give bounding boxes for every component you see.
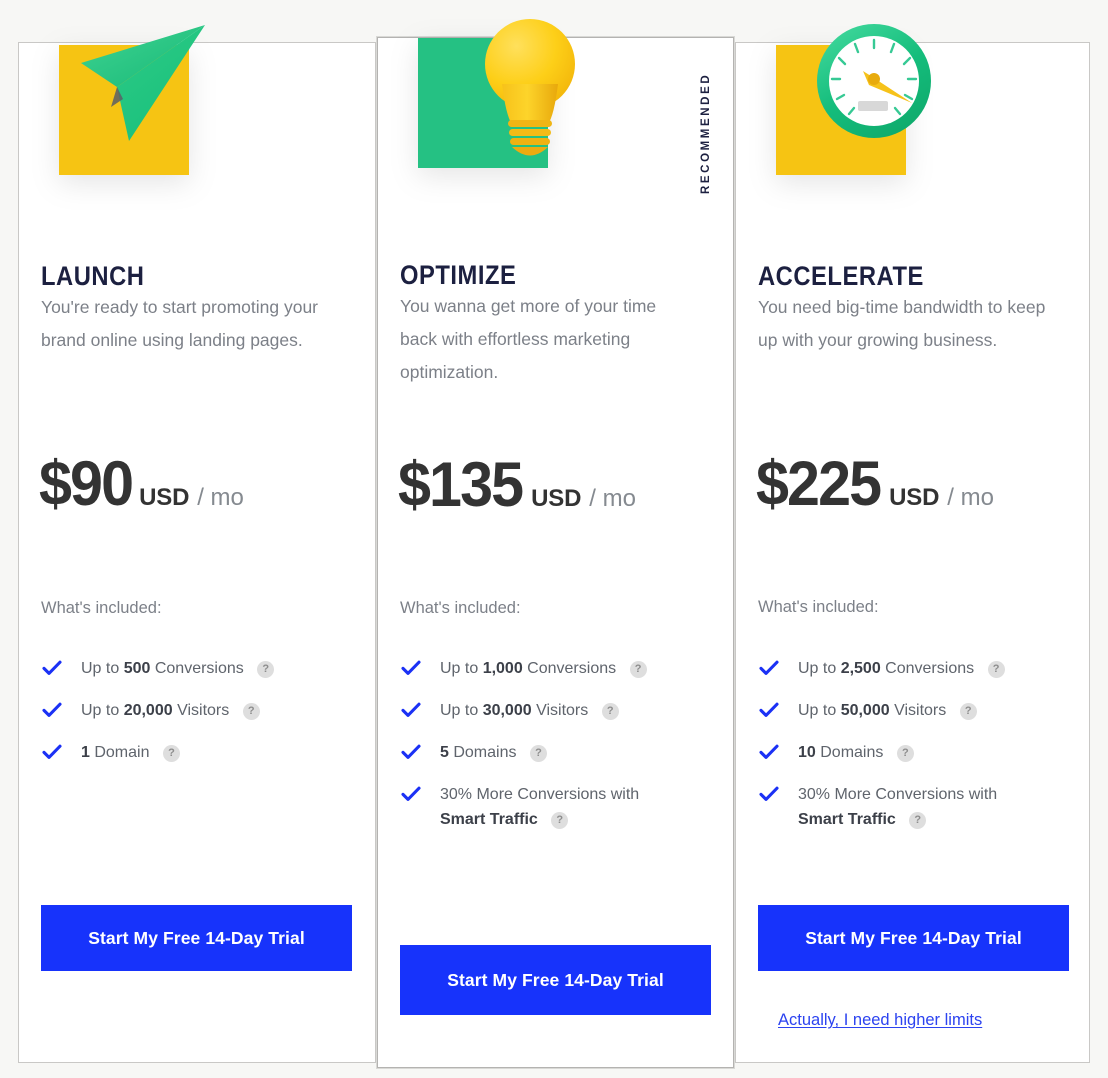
plan-price-optimize: $135 USD / mo <box>398 454 636 517</box>
help-icon[interactable]: ? <box>162 745 180 762</box>
feature-text: 5 Domains <box>440 744 517 761</box>
cta-button-launch[interactable]: Start My Free 14-Day Trial <box>41 905 352 971</box>
price-amount-optimize: $135 <box>398 450 524 520</box>
plan-price-launch: $90 USD / mo <box>39 453 244 516</box>
price-currency-optimize: USD <box>531 485 582 512</box>
help-icon[interactable]: ? <box>629 661 647 678</box>
check-icon <box>759 659 779 677</box>
feature-item: 10 Domains ? <box>758 740 1068 765</box>
price-period-optimize: / mo <box>589 485 636 512</box>
price-period-accelerate: / mo <box>947 484 994 511</box>
plan-title-accelerate: ACCELERATE <box>758 261 924 291</box>
help-icon[interactable]: ? <box>909 812 927 829</box>
cta-button-optimize[interactable]: Start My Free 14-Day Trial <box>400 945 711 1015</box>
feature-text: 10 Domains <box>798 744 884 761</box>
feature-item: Up to 500 Conversions ? <box>41 656 351 681</box>
check-icon <box>42 659 62 677</box>
plan-title-optimize: OPTIMIZE <box>400 260 517 290</box>
check-icon <box>401 701 421 719</box>
help-icon[interactable]: ? <box>529 745 547 762</box>
plan-price-accelerate: $225 USD / mo <box>756 453 994 516</box>
recommended-ribbon: RECOMMENDED <box>700 72 712 194</box>
feature-text: Up to 30,000 Visitors <box>440 702 589 719</box>
feature-list-launch: Up to 500 Conversions ? Up to 20,000 Vis… <box>41 656 351 782</box>
help-icon[interactable]: ? <box>987 661 1005 678</box>
check-icon <box>759 743 779 761</box>
price-amount-accelerate: $225 <box>756 449 882 519</box>
help-icon[interactable]: ? <box>257 661 275 678</box>
check-icon <box>42 701 62 719</box>
feature-item: Up to 50,000 Visitors ? <box>758 698 1068 723</box>
pricing-card-optimize[interactable]: OPTIMIZE You wanna get more of your time… <box>377 19 734 1068</box>
feature-text: 1 Domain <box>81 744 150 761</box>
check-icon <box>759 701 779 719</box>
included-label-launch: What's included: <box>41 599 162 617</box>
check-icon <box>401 659 421 677</box>
plan-description-optimize: You wanna get more of your time back wit… <box>400 296 657 382</box>
feature-item: Up to 2,500 Conversions ? <box>758 656 1068 681</box>
feature-text: 30% More Conversions with Smart Traffic <box>440 786 640 828</box>
price-currency-accelerate: USD <box>889 484 940 511</box>
check-icon <box>759 785 779 803</box>
feature-item: 1 Domain ? <box>41 740 351 765</box>
help-icon[interactable]: ? <box>959 703 977 720</box>
help-icon[interactable]: ? <box>242 703 260 720</box>
feature-item: Up to 30,000 Visitors ? <box>400 698 710 723</box>
included-label-optimize: What's included: <box>400 599 521 617</box>
check-icon <box>401 743 421 761</box>
feature-text: Up to 500 Conversions <box>81 660 244 677</box>
price-currency-launch: USD <box>139 484 190 511</box>
feature-item: Up to 1,000 Conversions ? <box>400 656 710 681</box>
feature-item: 5 Domains ? <box>400 740 710 765</box>
higher-limits-link[interactable]: Actually, I need higher limits <box>778 1011 982 1030</box>
pricing-card-launch[interactable]: LAUNCH You're ready to start promoting y… <box>18 25 376 1063</box>
feature-text: Up to 20,000 Visitors <box>81 702 230 719</box>
pricing-page: LAUNCH You're ready to start promoting y… <box>0 0 1108 1078</box>
plan-description-launch: You're ready to start promoting your bra… <box>41 297 319 350</box>
price-amount-launch: $90 <box>39 449 134 519</box>
feature-text: Up to 1,000 Conversions <box>440 660 617 677</box>
help-icon[interactable]: ? <box>896 745 914 762</box>
feature-text: 30% More Conversions with Smart Traffic <box>798 786 998 828</box>
feature-item: 30% More Conversions with Smart Traffic ? <box>400 782 710 832</box>
help-icon[interactable]: ? <box>601 703 619 720</box>
feature-list-optimize: Up to 1,000 Conversions ? Up to 30,000 V… <box>400 656 710 840</box>
check-icon <box>42 743 62 761</box>
feature-item: 30% More Conversions with Smart Traffic ? <box>758 782 1068 832</box>
included-label-accelerate: What's included: <box>758 598 879 616</box>
pricing-card-accelerate[interactable]: ACCELERATE You need big-time bandwidth t… <box>735 24 1090 1063</box>
plan-title-launch: LAUNCH <box>41 261 145 291</box>
help-icon[interactable]: ? <box>551 812 569 829</box>
feature-list-accelerate: Up to 2,500 Conversions ? Up to 50,000 V… <box>758 656 1068 840</box>
feature-text: Up to 50,000 Visitors <box>798 702 947 719</box>
price-period-launch: / mo <box>197 484 244 511</box>
feature-text: Up to 2,500 Conversions <box>798 660 975 677</box>
cta-button-accelerate[interactable]: Start My Free 14-Day Trial <box>758 905 1069 971</box>
check-icon <box>401 785 421 803</box>
feature-item: Up to 20,000 Visitors ? <box>41 698 351 723</box>
plan-description-accelerate: You need big-time bandwidth to keep up w… <box>758 297 1046 350</box>
